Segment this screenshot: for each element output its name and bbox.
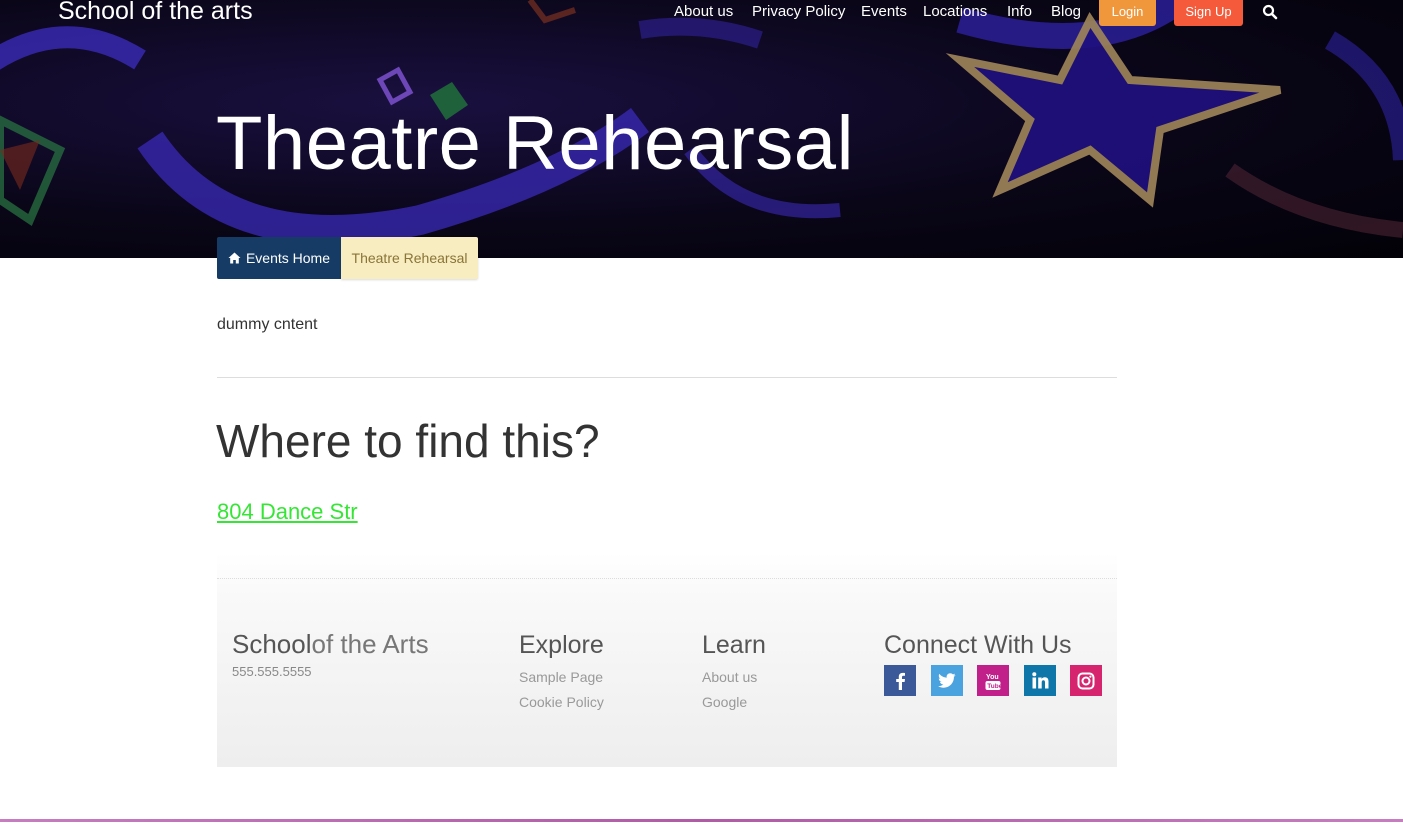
footer-divider — [217, 578, 1117, 579]
location-heading: Where to find this? — [216, 415, 600, 467]
breadcrumb-home-label: Events Home — [245, 250, 331, 266]
site-logo[interactable]: School of the arts — [58, 0, 253, 26]
breadcrumb: Events Home Theatre Rehearsal — [217, 237, 478, 279]
nav-blog[interactable]: Blog — [1051, 3, 1081, 20]
top-navigation: School of the arts About us Privacy Poli… — [0, 0, 1403, 28]
event-description: dummy cntent — [217, 316, 318, 333]
facebook-link[interactable] — [884, 665, 916, 696]
linkedin-link[interactable] — [1024, 665, 1056, 696]
footer-link-sample-page[interactable]: Sample Page — [519, 669, 603, 685]
twitter-link[interactable] — [931, 665, 963, 696]
footer-learn-heading: Learn — [702, 631, 766, 659]
footer-link-about-us[interactable]: About us — [702, 669, 757, 685]
facebook-icon — [896, 672, 905, 690]
footer-connect-heading: Connect With Us — [884, 631, 1072, 659]
nav-events[interactable]: Events — [861, 3, 907, 20]
youtube-icon: You Tube — [985, 674, 1001, 690]
youtube-link[interactable]: You Tube — [977, 665, 1009, 696]
instagram-link[interactable] — [1070, 665, 1102, 696]
content-divider — [217, 377, 1117, 378]
nav-locations[interactable]: Locations — [923, 3, 987, 20]
home-icon — [228, 252, 241, 264]
twitter-icon — [938, 673, 956, 688]
page-title: Theatre Rehearsal — [216, 101, 854, 186]
linkedin-icon — [1031, 672, 1048, 689]
footer-link-google[interactable]: Google — [702, 694, 747, 710]
signup-button[interactable]: Sign Up — [1174, 0, 1243, 26]
footer-phone: 555.555.5555 — [232, 664, 312, 679]
search-icon[interactable] — [1262, 4, 1278, 20]
breadcrumb-events-home[interactable]: Events Home — [217, 237, 341, 279]
nav-info[interactable]: Info — [1007, 3, 1032, 20]
page-bottom-border — [0, 819, 1403, 822]
address-link[interactable]: 804 Dance Str — [217, 499, 358, 525]
login-button[interactable]: Login — [1099, 0, 1156, 26]
footer-link-cookie-policy[interactable]: Cookie Policy — [519, 694, 604, 710]
hero-banner: School of the arts About us Privacy Poli… — [0, 0, 1403, 258]
instagram-icon — [1077, 672, 1095, 689]
svg-text:You: You — [986, 674, 999, 681]
footer: Schoolof the Arts 555.555.5555 Explore S… — [217, 553, 1117, 767]
nav-privacy-policy[interactable]: Privacy Policy — [752, 3, 845, 20]
footer-explore-heading: Explore — [519, 631, 604, 659]
breadcrumb-current: Theatre Rehearsal — [341, 237, 478, 279]
footer-brand: Schoolof the Arts — [232, 629, 429, 659]
svg-text:Tube: Tube — [987, 683, 1001, 690]
nav-about-us[interactable]: About us — [674, 3, 733, 20]
